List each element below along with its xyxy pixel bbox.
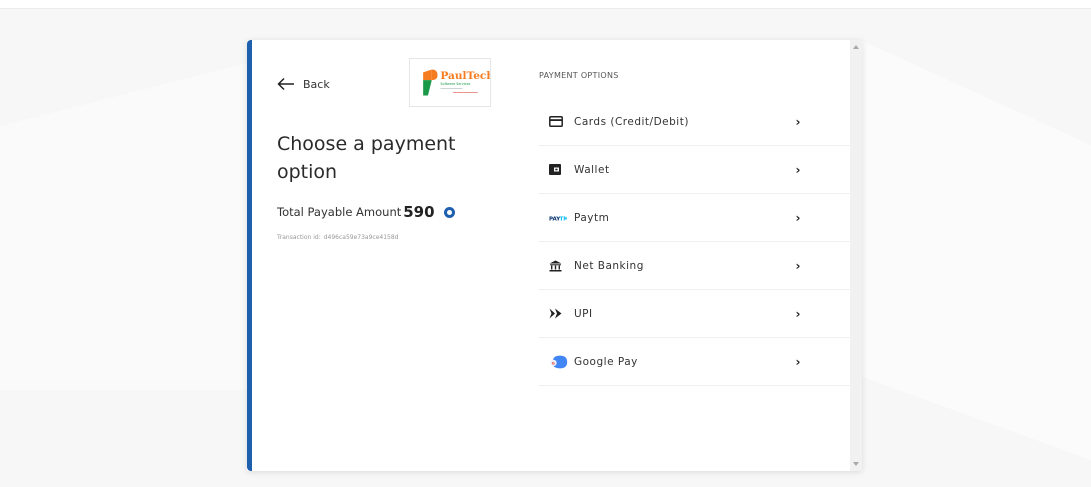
- paytm-icon: PAY TM: [549, 210, 569, 226]
- back-label: Back: [303, 77, 330, 91]
- option-label: Wallet: [574, 163, 610, 176]
- payment-options-heading: PAYMENT OPTIONS: [539, 71, 619, 80]
- scroll-up-icon[interactable]: [853, 45, 859, 49]
- option-label: Net Banking: [574, 259, 644, 272]
- option-label: Paytm: [574, 211, 610, 224]
- info-icon[interactable]: [443, 206, 455, 218]
- payment-options-list: Cards (Credit/Debit) › Wallet › PAY TM P…: [539, 98, 850, 386]
- chevron-right-icon: ›: [795, 210, 801, 225]
- option-label: Cards (Credit/Debit): [574, 115, 689, 128]
- scroll-down-icon[interactable]: [853, 462, 859, 466]
- wallet-icon: [549, 162, 569, 178]
- back-button[interactable]: Back: [277, 77, 330, 91]
- payment-option-upi[interactable]: UPI ›: [539, 290, 850, 338]
- chevron-right-icon: ›: [795, 354, 801, 369]
- svg-text:TM: TM: [560, 216, 568, 222]
- payment-option-google-pay[interactable]: G Google Pay ›: [539, 338, 850, 386]
- svg-text:Software Services: Software Services: [440, 82, 470, 86]
- background-shape: [0, 60, 260, 390]
- card-icon: [549, 114, 569, 130]
- chevron-right-icon: ›: [795, 306, 801, 321]
- page-title: Choose a payment option: [277, 133, 456, 183]
- chevron-right-icon: ›: [795, 114, 801, 129]
- option-label: UPI: [574, 307, 593, 320]
- transaction-id: Transaction id: d496ca59e73a9ce4158d: [277, 234, 399, 241]
- google-pay-icon: G: [549, 354, 569, 370]
- bank-icon: [549, 258, 569, 274]
- chevron-right-icon: ›: [795, 258, 801, 273]
- svg-text:PaulTech: PaulTech: [440, 70, 490, 82]
- upi-icon: [549, 306, 569, 322]
- payment-options-panel: PAYMENT OPTIONS Cards (Credit/Debit) › W…: [509, 40, 850, 471]
- chevron-right-icon: ›: [795, 162, 801, 177]
- amount-value: 590: [403, 203, 435, 221]
- total-amount: Total Payable Amount 590: [277, 203, 455, 221]
- transaction-value: d496ca59e73a9ce4158d: [323, 234, 399, 241]
- payment-option-wallet[interactable]: Wallet ›: [539, 146, 850, 194]
- amount-label: Total Payable Amount: [277, 205, 402, 219]
- payment-option-cards[interactable]: Cards (Credit/Debit) ›: [539, 98, 850, 146]
- order-summary-panel: Back PaulTech Software Services Choose a…: [247, 40, 509, 471]
- payment-option-net-banking[interactable]: Net Banking ›: [539, 242, 850, 290]
- background-shape: [860, 40, 1091, 460]
- scrollbar[interactable]: [850, 40, 862, 471]
- merchant-logo: PaulTech Software Services: [409, 58, 494, 107]
- svg-text:G: G: [552, 361, 555, 365]
- page-top-bar: [0, 0, 1091, 9]
- transaction-label: Transaction id:: [277, 234, 321, 241]
- payment-modal: Back PaulTech Software Services Choose a…: [247, 40, 862, 471]
- payment-option-paytm[interactable]: PAY TM Paytm ›: [539, 194, 850, 242]
- option-label: Google Pay: [574, 355, 638, 368]
- arrow-left-icon: [277, 77, 294, 91]
